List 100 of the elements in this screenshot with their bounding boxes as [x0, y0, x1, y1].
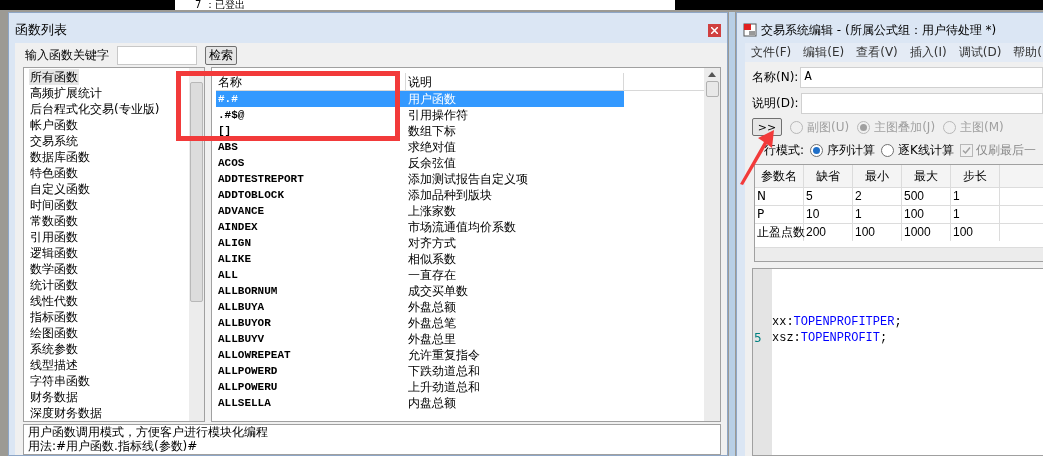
function-name: ALIGN — [217, 236, 252, 251]
scroll-up-icon[interactable] — [708, 72, 716, 77]
function-description: 反余弦值 — [407, 155, 456, 171]
category-item[interactable]: 时间函数 — [29, 197, 79, 213]
table-row[interactable]: ALLPOWERD 下跌劲道总和 — [216, 363, 624, 379]
category-item[interactable]: 字符串函数 — [29, 373, 91, 389]
category-item[interactable]: 数学函数 — [29, 261, 79, 277]
table-cell: 2 — [853, 188, 902, 205]
category-item[interactable]: 逻辑函数 — [29, 245, 79, 261]
menu-item[interactable]: 插入(I) — [909, 43, 947, 62]
menu-item[interactable]: 查看(V) — [856, 43, 898, 62]
function-description: 成交买单数 — [407, 283, 468, 299]
category-item[interactable]: 常数函数 — [29, 213, 79, 229]
function-name: [] — [217, 124, 233, 139]
category-item[interactable]: 帐户函数 — [29, 117, 79, 133]
table-cell: 5 — [804, 188, 853, 205]
category-item[interactable]: 所有函数 — [29, 69, 79, 85]
menu-item[interactable]: 编辑(E) — [803, 43, 845, 62]
table-row[interactable]: ADVANCE 上涨家数 — [216, 203, 624, 219]
function-description: 对齐方式 — [407, 235, 456, 251]
function-name: ALLPOWERD — [217, 364, 279, 379]
function-description: 求绝对值 — [407, 139, 456, 155]
table-row[interactable]: ALLBUYV 外盘总里 — [216, 331, 624, 347]
search-button[interactable]: 检索 — [205, 45, 237, 65]
table-row[interactable]: ALLPOWERU 上升劲道总和 — [216, 379, 624, 395]
horizontal-scrollbar[interactable] — [755, 247, 1043, 261]
category-item[interactable]: 引用函数 — [29, 229, 79, 245]
category-item[interactable]: 统计函数 — [29, 277, 79, 293]
menu-item[interactable]: 帮助( — [1013, 43, 1042, 62]
radio-label: 主图叠加(J) — [874, 119, 936, 136]
category-item[interactable]: 线性代数 — [29, 293, 79, 309]
keyword-field[interactable] — [117, 45, 197, 65]
description-field[interactable] — [800, 92, 1043, 114]
radio-button[interactable] — [810, 143, 824, 157]
status-text: 7 ：已登出 — [195, 0, 245, 10]
code-line: xx:TOPENPROFITPER; — [772, 314, 902, 330]
radio-label: 副图(U) — [807, 119, 850, 136]
function-name: ALLPOWERU — [217, 380, 279, 395]
table-row[interactable]: [] 数组下标 — [216, 123, 624, 139]
category-item[interactable]: 高频扩展统计 — [29, 85, 103, 101]
table-row[interactable]: ALIGN 对齐方式 — [216, 235, 624, 251]
table-row[interactable]: ALLBUYA 外盘总额 — [216, 299, 624, 315]
category-item[interactable]: 自定义函数 — [29, 181, 91, 197]
function-description: 一直存在 — [407, 267, 456, 283]
close-icon — [711, 26, 718, 34]
function-name: ABS — [217, 140, 239, 155]
table-row[interactable]: ALLBUYOR 外盘总笔 — [216, 315, 624, 331]
close-button[interactable] — [708, 23, 721, 37]
table-cell: P — [755, 206, 804, 223]
radio-label: 序列计算 — [827, 142, 876, 159]
table-row[interactable]: ALLBORNUM 成交买单数 — [216, 283, 624, 299]
category-item[interactable]: 指标函数 — [29, 309, 79, 325]
table-row[interactable]: ALLSELLA 内盘总额 — [216, 395, 624, 411]
name-field[interactable]: A — [800, 66, 1043, 88]
column-header[interactable]: 名称 — [216, 73, 406, 90]
category-item[interactable]: 系统参数 — [29, 341, 79, 357]
function-description: 外盘总笔 — [407, 315, 456, 331]
table-row[interactable]: ALIKE 相似系数 — [216, 251, 624, 267]
function-description: 引用操作符 — [407, 107, 468, 123]
column-header: 参数名 — [755, 165, 804, 187]
function-description: 上升劲道总和 — [407, 379, 480, 395]
radio-button[interactable] — [881, 143, 895, 157]
category-item[interactable]: 数据库函数 — [29, 149, 91, 165]
table-row[interactable]: ABS 求绝对值 — [216, 139, 624, 155]
table-row[interactable]: ADDTESTREPORT 添加测试报告自定义项 — [216, 171, 624, 187]
name-label: 名称(N): — [752, 69, 799, 86]
column-header: 缺省 — [804, 165, 853, 187]
table-row[interactable]: AINDEX 市场流通值均价系数 — [216, 219, 624, 235]
menu-item[interactable]: 调试(D) — [958, 43, 1002, 62]
function-description: 内盘总额 — [407, 395, 456, 411]
table-cell: 100 — [853, 224, 902, 241]
category-item[interactable]: 后台程式化交易(专业版) — [29, 101, 161, 117]
function-description: 用户函数 — [407, 91, 456, 107]
table-row[interactable]: ACOS 反余弦值 — [216, 155, 624, 171]
dialog-title: 函数列表 — [15, 21, 67, 40]
function-name: ACOS — [217, 156, 246, 171]
column-header[interactable]: 说明 — [406, 73, 624, 90]
function-description: 相似系数 — [407, 251, 456, 267]
category-item[interactable]: 特色函数 — [29, 165, 79, 181]
menu-item[interactable]: 文件(F) — [751, 43, 792, 62]
table-row[interactable]: .#$@ 引用操作符 — [216, 107, 624, 123]
scrollbar[interactable] — [704, 68, 720, 421]
function-name: #.# — [217, 92, 239, 107]
table-row[interactable]: ALLOWREPEAT 允许重复指令 — [216, 347, 624, 363]
function-name: ALLBUYV — [217, 332, 266, 347]
scroll-thumb[interactable] — [190, 82, 203, 302]
category-item[interactable]: 财务数据 — [29, 389, 79, 405]
category-item[interactable]: 交易系统 — [29, 133, 79, 149]
category-item[interactable]: 深度财务数据 — [29, 405, 103, 421]
function-description: 数组下标 — [407, 123, 456, 139]
category-item[interactable]: 线型描述 — [29, 357, 79, 373]
table-row[interactable]: ALL 一直存在 — [216, 267, 624, 283]
scroll-thumb[interactable] — [705, 81, 719, 97]
category-item[interactable]: 绘图函数 — [29, 325, 79, 341]
table-cell: 100 — [902, 206, 951, 223]
code-editor[interactable]: 5 xx:TOPENPROFITPER; xsz:TOPENPROFIT; — [752, 268, 1043, 456]
scrollbar[interactable] — [189, 68, 204, 421]
table-row[interactable]: ADDTOBLOCK 添加品种到版块 — [216, 187, 624, 203]
function-name: ALLBUYA — [217, 300, 266, 315]
expand-button[interactable]: >> — [752, 118, 782, 136]
